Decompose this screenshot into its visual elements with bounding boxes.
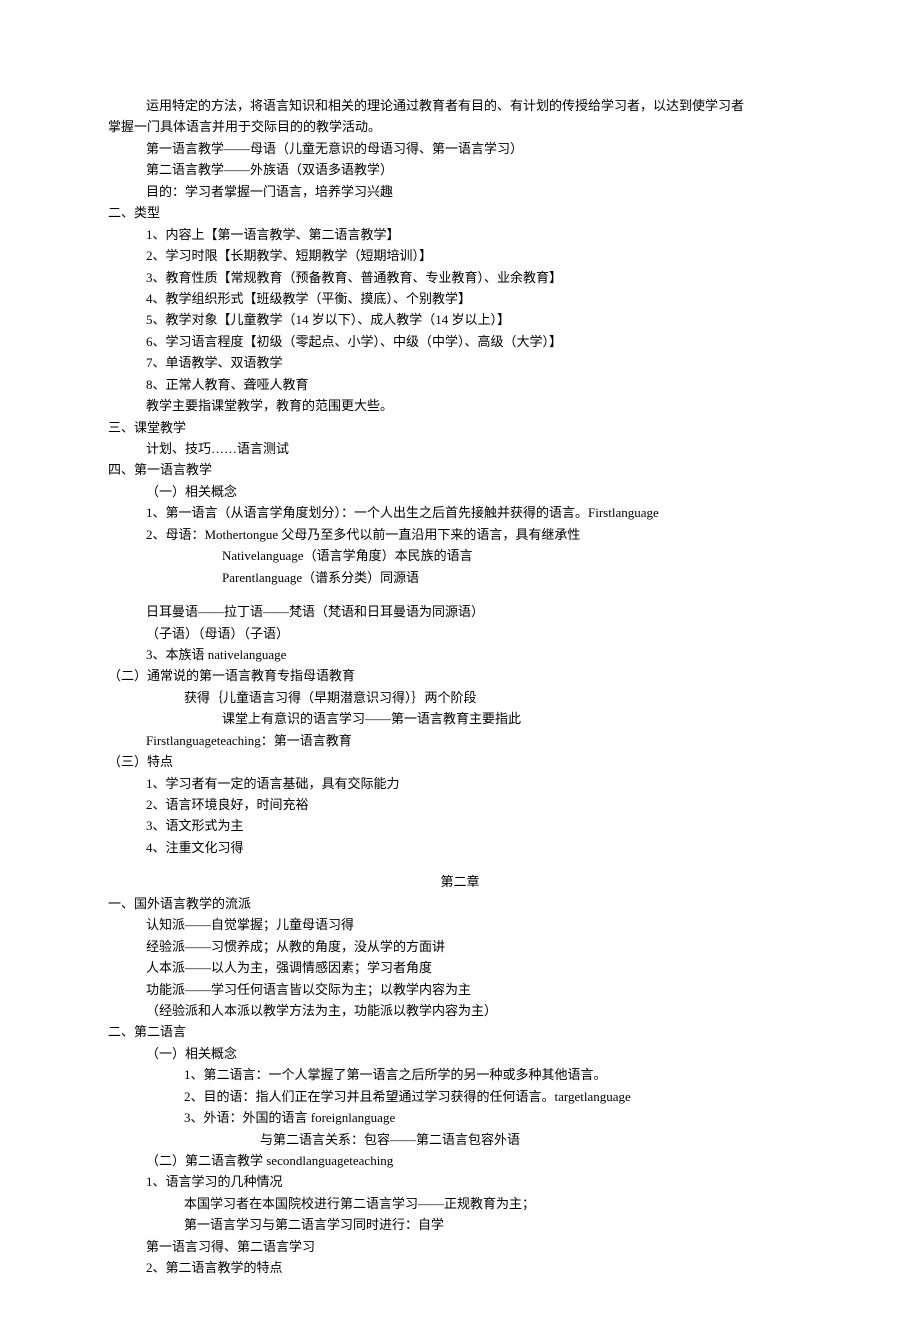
text-line: （子语）（母语）（子语） [108, 623, 812, 644]
text-line: 与第二语言关系：包容——第二语言包容外语 [108, 1129, 812, 1150]
text-line: 5、教学对象【儿童教学（14 岁以下）、成人教学（14 岁以上）】 [108, 309, 812, 330]
text-line: （二）第二语言教学 secondlanguageteaching [108, 1150, 812, 1171]
text-line: 目的：学习者掌握一门语言，培养学习兴趣 [108, 181, 812, 202]
text-line: 三、课堂教学 [108, 417, 812, 438]
text-line: 二、类型 [108, 202, 812, 223]
text-line: Firstlanguageteaching：第一语言教育 [108, 730, 812, 751]
text-line: 教学主要指课堂教学，教育的范围更大些。 [108, 395, 812, 416]
text-line: 经验派——习惯养成；从教的角度，没从学的方面讲 [108, 936, 812, 957]
text-line: 课堂上有意识的语言学习——第一语言教育主要指此 [108, 708, 812, 729]
text-line: 4、注重文化习得 [108, 837, 812, 858]
text-line [108, 858, 812, 871]
text-line: 人本派——以人为主，强调情感因素；学习者角度 [108, 957, 812, 978]
chapter-heading: 第二章 [108, 871, 812, 892]
text-line: 第一语言学习与第二语言学习同时进行：自学 [108, 1214, 812, 1235]
text-line: 计划、技巧……语言测试 [108, 438, 812, 459]
text-line: 1、第二语言：一个人掌握了第一语言之后所学的另一种或多种其他语言。 [108, 1064, 812, 1085]
text-line: 2、母语：Mothertongue 父母乃至多代以前一直沿用下来的语言，具有继承… [108, 524, 812, 545]
text-line: 4、教学组织形式【班级教学（平衡、摸底）、个别教学】 [108, 288, 812, 309]
text-line: 6、学习语言程度【初级（零起点、小学）、中级（中学）、高级（大学）】 [108, 331, 812, 352]
text-line: （一）相关概念 [108, 481, 812, 502]
text-line: 2、目的语：指人们正在学习并且希望通过学习获得的任何语言。targetlangu… [108, 1086, 812, 1107]
text-line: 日耳曼语——拉丁语——梵语（梵语和日耳曼语为同源语） [108, 601, 812, 622]
text-line: 8、正常人教育、聋哑人教育 [108, 374, 812, 395]
text-line: 1、内容上【第一语言教学、第二语言教学】 [108, 224, 812, 245]
text-line: 3、本族语 nativelanguage [108, 644, 812, 665]
text-line: 四、第一语言教学 [108, 459, 812, 480]
text-line: 1、学习者有一定的语言基础，具有交际能力 [108, 773, 812, 794]
text-line: 1、语言学习的几种情况 [108, 1171, 812, 1192]
text-line: 3、外语：外国的语言 foreignlanguage [108, 1107, 812, 1128]
text-line: 3、教育性质【常规教育（预备教育、普通教育、专业教育）、业余教育】 [108, 267, 812, 288]
text-line: 2、第二语言教学的特点 [108, 1257, 812, 1278]
text-line: 第一语言习得、第二语言学习 [108, 1236, 812, 1257]
text-line: 本国学习者在本国院校进行第二语言学习——正规教育为主； [108, 1193, 812, 1214]
text-line: Parentlanguage（谱系分类）同源语 [108, 567, 812, 588]
text-line: 2、语言环境良好，时间充裕 [108, 794, 812, 815]
text-line: 二、第二语言 [108, 1021, 812, 1042]
text-line: 第一语言教学——母语（儿童无意识的母语习得、第一语言学习） [108, 138, 812, 159]
text-line: 功能派——学习任何语言皆以交际为主；以教学内容为主 [108, 979, 812, 1000]
text-line: 第二语言教学——外族语（双语多语教学） [108, 159, 812, 180]
text-line: 1、第一语言（从语言学角度划分）：一个人出生之后首先接触并获得的语言。First… [108, 502, 812, 523]
text-line: 运用特定的方法，将语言知识和相关的理论通过教育者有目的、有计划的传授给学习者，以… [108, 95, 812, 116]
text-line: （三）特点 [108, 751, 812, 772]
text-line: （一）相关概念 [108, 1043, 812, 1064]
text-line: 认知派——自觉掌握；儿童母语习得 [108, 914, 812, 935]
text-line: 掌握一门具体语言并用于交际目的的教学活动。 [108, 116, 812, 137]
text-line: 7、单语教学、双语教学 [108, 352, 812, 373]
text-line: 3、语文形式为主 [108, 815, 812, 836]
document-body: 运用特定的方法，将语言知识和相关的理论通过教育者有目的、有计划的传授给学习者，以… [108, 95, 812, 1279]
text-line [108, 588, 812, 601]
text-line: 一、国外语言教学的流派 [108, 893, 812, 914]
text-line: 获得｛儿童语言习得（早期潜意识习得）｝两个阶段 [108, 687, 812, 708]
text-line: （经验派和人本派以教学方法为主，功能派以教学内容为主） [108, 1000, 812, 1021]
text-line: 2、学习时限【长期教学、短期教学（短期培训）】 [108, 245, 812, 266]
text-line: （二）通常说的第一语言教育专指母语教育 [108, 665, 812, 686]
text-line: Nativelanguage（语言学角度）本民族的语言 [108, 545, 812, 566]
